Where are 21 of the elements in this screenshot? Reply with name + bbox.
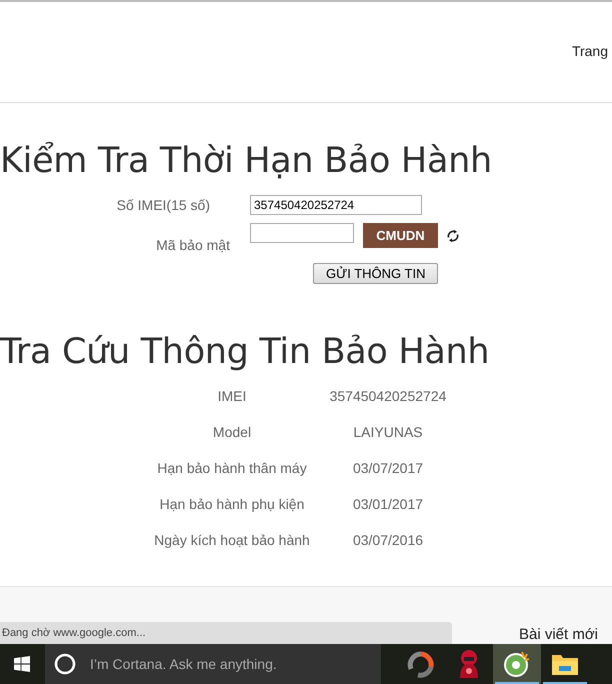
result-value: LAIYUNAS	[352, 424, 424, 440]
imei-field[interactable]: 357450420252724	[250, 195, 422, 215]
submit-button[interactable]: GỬI THÔNG TIN	[313, 263, 438, 284]
captcha-image: CMUDN	[363, 223, 438, 248]
windows-start-icon[interactable]	[14, 656, 30, 672]
sidebar-heading: Bài viết mới	[518, 626, 598, 643]
captcha-label: Mã bảo mật	[155, 237, 231, 253]
folder-icon	[551, 652, 579, 676]
cortana-ring-icon	[54, 653, 76, 675]
imei-label: Số IMEI(15 số)	[116, 197, 211, 213]
captcha-field[interactable]	[250, 223, 354, 243]
gauge-icon	[406, 649, 436, 679]
search-field[interactable]: I’m Cortana. Ask me anything.	[45, 644, 381, 684]
page-title: Kiểm Tra Thời Hạn Bảo Hành	[0, 140, 493, 183]
status-bar: Đang chờ www.google.com...	[0, 622, 452, 644]
browser-icon	[502, 649, 532, 679]
nav-link[interactable]: Trang	[572, 43, 608, 59]
taskbar-app[interactable]	[493, 644, 541, 684]
refresh-icon[interactable]	[446, 229, 460, 243]
hooded-figure-icon	[457, 649, 481, 679]
result-value: 357450420252724	[328, 388, 448, 404]
